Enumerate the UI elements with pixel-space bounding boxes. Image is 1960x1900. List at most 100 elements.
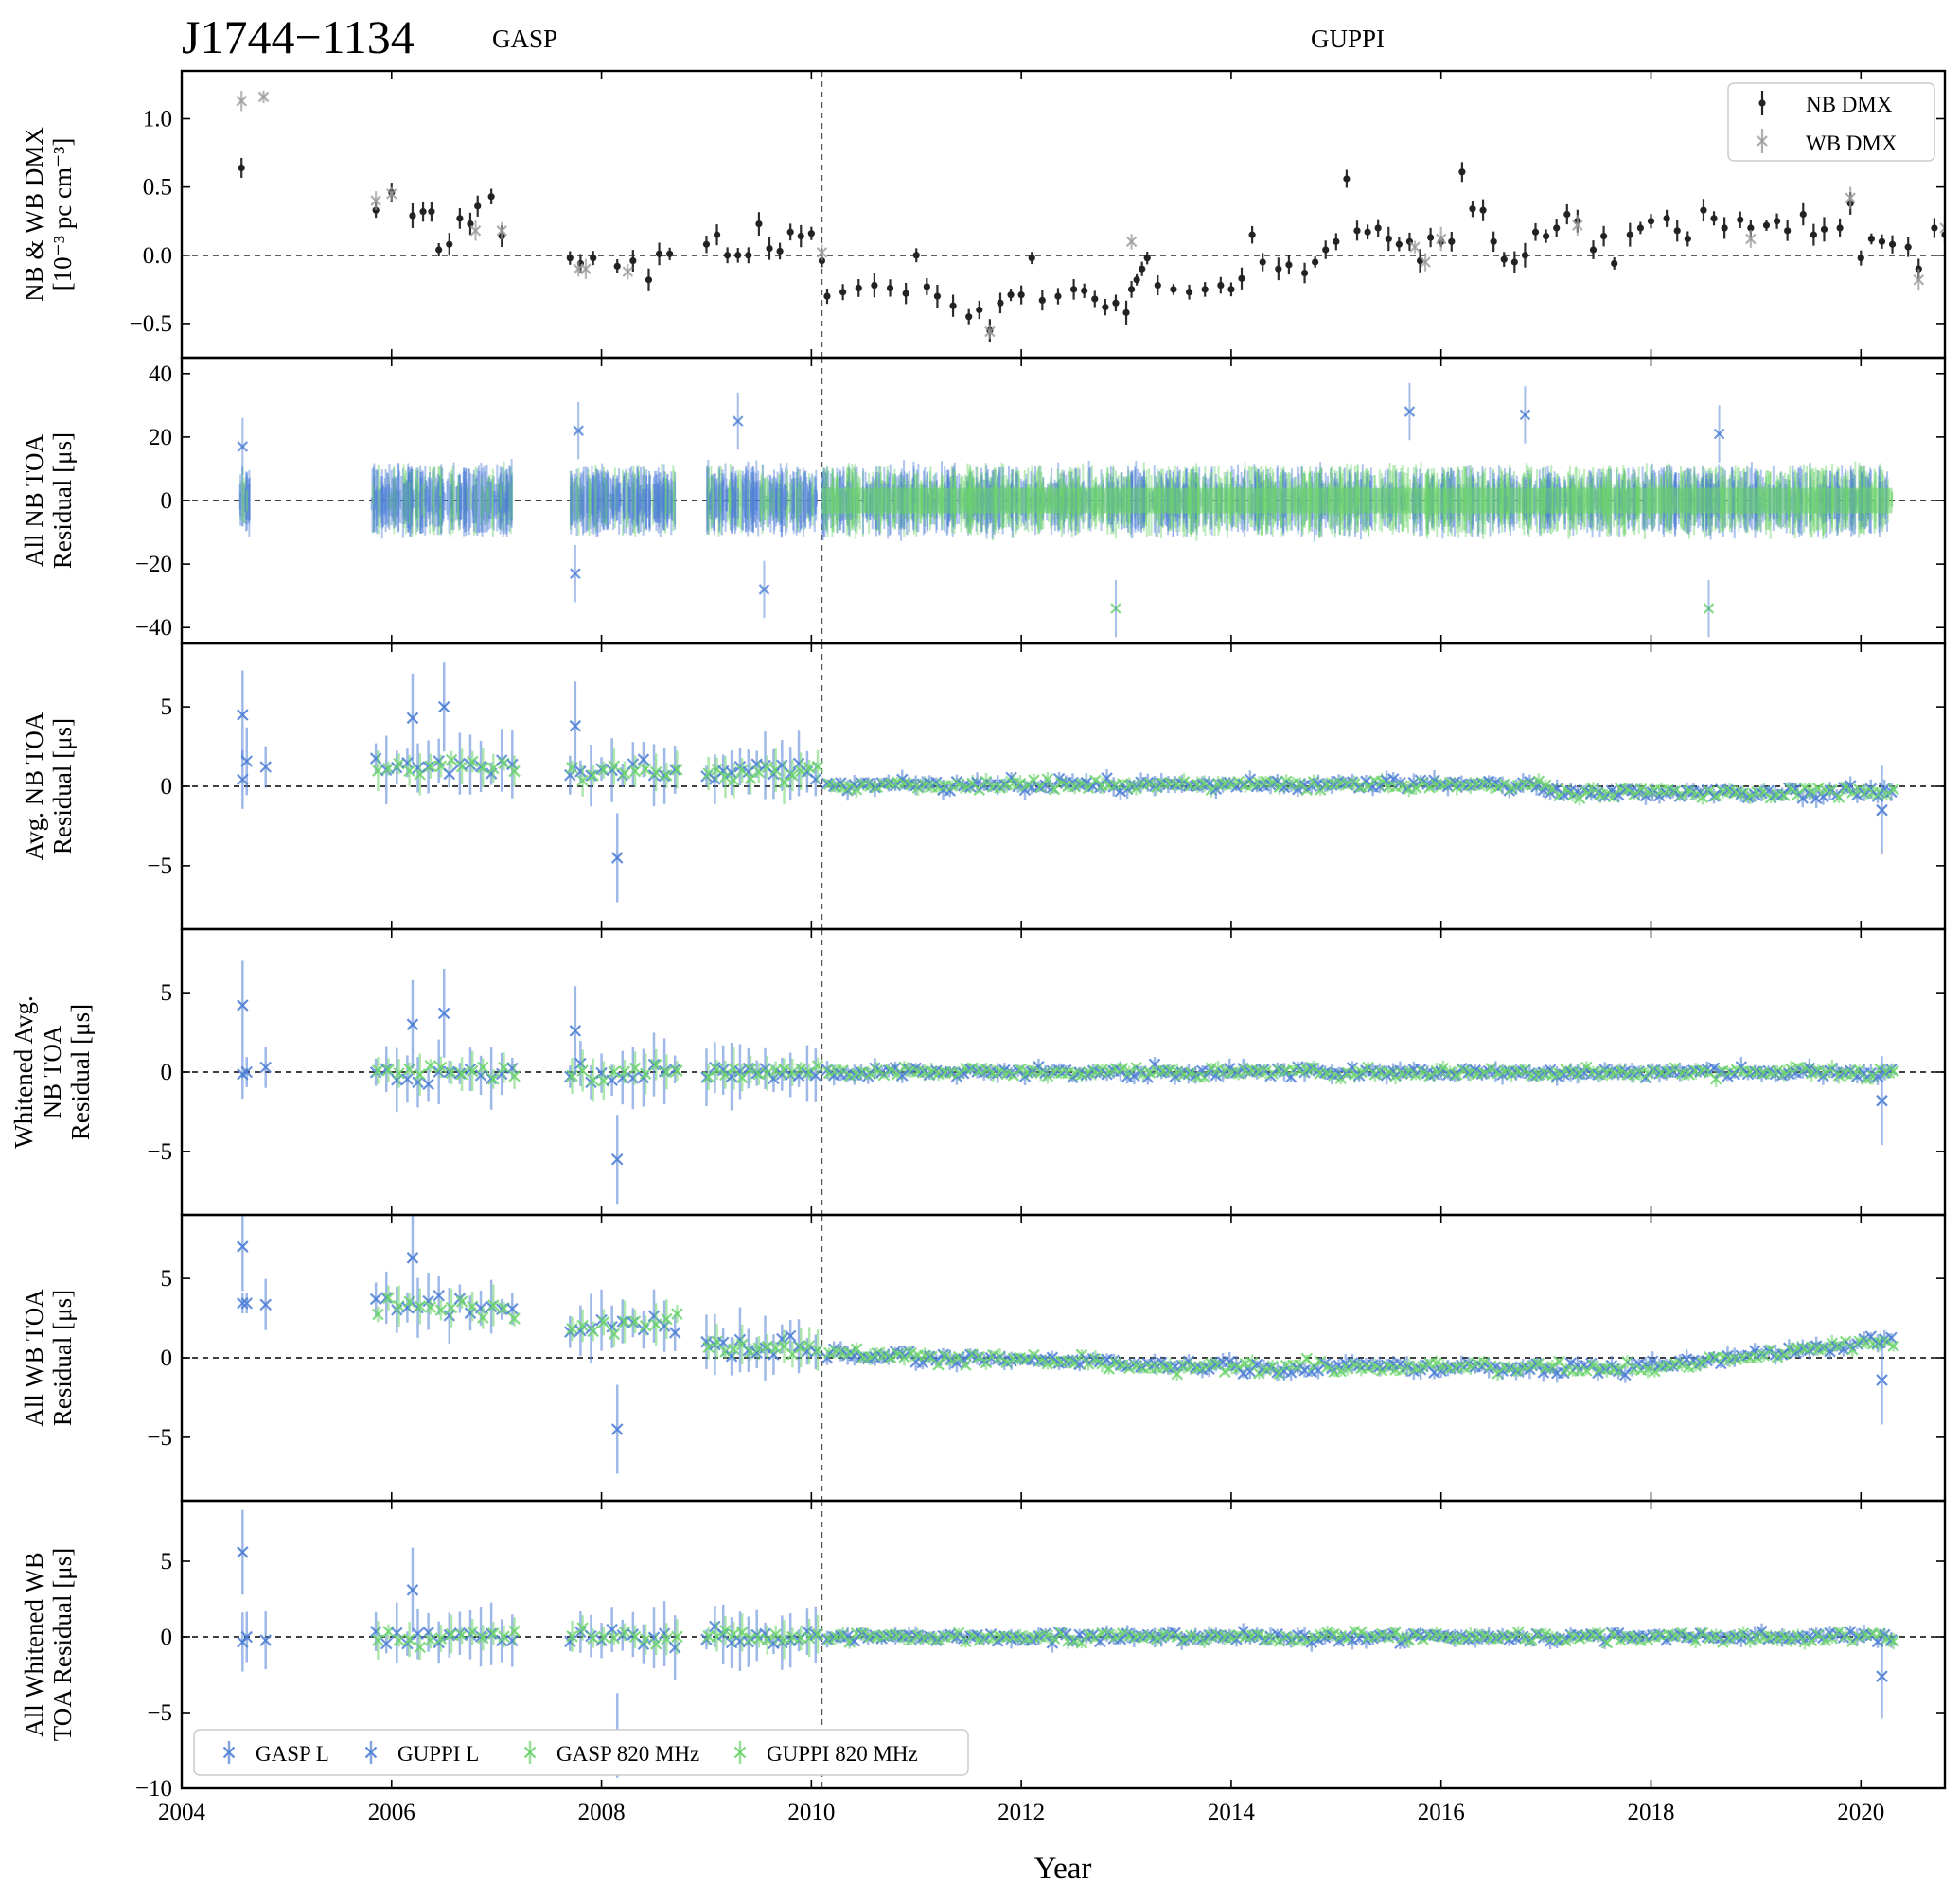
nb-dmx-point bbox=[1857, 255, 1864, 262]
nb-dmx-point bbox=[1888, 240, 1897, 248]
nb-dmx-point bbox=[446, 240, 453, 248]
nb-dmx-point bbox=[1028, 255, 1035, 262]
nb-dmx-point bbox=[1285, 261, 1293, 269]
nb-dmx-point bbox=[1143, 255, 1151, 262]
nb-dmx-point bbox=[997, 299, 1004, 307]
nb-dmx-point bbox=[871, 281, 878, 290]
nb-dmx-point bbox=[1139, 265, 1146, 273]
nb-dmx-point bbox=[1867, 235, 1875, 243]
nb-dmx-point bbox=[1951, 249, 1958, 255]
nb-dmx-point bbox=[786, 228, 794, 236]
nb-toa-core-band bbox=[821, 487, 1893, 514]
nb-dmx-point bbox=[1773, 218, 1781, 225]
nb-dmx-point bbox=[487, 193, 495, 201]
nb-dmx-point bbox=[419, 208, 427, 216]
nb-dmx-point bbox=[1364, 228, 1371, 236]
nb-dmx-point bbox=[1710, 215, 1718, 222]
nb-dmx-point bbox=[1931, 224, 1938, 232]
nb-dmx-point bbox=[467, 220, 474, 228]
plot-area bbox=[182, 643, 1945, 929]
nb-dmx-point bbox=[1259, 258, 1266, 266]
nb-dmx-point bbox=[1248, 231, 1256, 238]
nb-dmx-point bbox=[1611, 259, 1618, 268]
nb-dmx-point bbox=[666, 250, 674, 257]
nb-dmx-point bbox=[1038, 296, 1046, 304]
nb-dmx-point bbox=[1820, 225, 1828, 233]
nb-dmx-point bbox=[1599, 232, 1608, 240]
y-tick-label: −20 bbox=[135, 552, 172, 577]
nb-dmx-point bbox=[456, 215, 464, 222]
nb-dmx-point bbox=[807, 230, 815, 238]
nb-dmx-point bbox=[1017, 291, 1025, 299]
nb-dmx-point bbox=[1647, 218, 1655, 225]
y-axis-label: NB & WB DMX bbox=[20, 127, 48, 302]
nb-dmx-point bbox=[1081, 287, 1088, 294]
y-tick-label: 0.0 bbox=[143, 243, 172, 269]
nb-dmx-point bbox=[1427, 234, 1435, 241]
nb-dmx-point bbox=[949, 302, 957, 309]
nb-dmx-point bbox=[1312, 258, 1319, 266]
nb-dmx-point bbox=[1543, 232, 1550, 240]
legend-nb-label: NB DMX bbox=[1806, 93, 1893, 116]
nb-dmx-point bbox=[1054, 292, 1062, 300]
nb-dmx-point bbox=[1510, 258, 1518, 266]
nb-dmx-point bbox=[1201, 286, 1209, 293]
plot-area bbox=[182, 71, 1958, 358]
nb-dmx-point bbox=[1154, 281, 1161, 290]
nb-dmx-point bbox=[1479, 206, 1487, 214]
nb-dmx-point bbox=[1374, 224, 1382, 232]
nb-dmx-point bbox=[1275, 265, 1282, 273]
backend-label-gasp: GASP bbox=[492, 25, 557, 53]
nb-dmx-point bbox=[1521, 252, 1529, 259]
nb-dmx-point bbox=[1799, 210, 1807, 219]
nb-dmx-point bbox=[1737, 216, 1744, 223]
nb-dmx-point bbox=[1684, 235, 1691, 243]
nb-dmx-point bbox=[713, 231, 721, 238]
nb-dmx-point bbox=[1102, 304, 1109, 311]
nb-dmx-point bbox=[1091, 295, 1099, 303]
plot-area bbox=[182, 358, 1945, 643]
nb-dmx-point bbox=[1395, 240, 1403, 248]
nb-dmx-point bbox=[1836, 224, 1844, 232]
nb-dmx-point bbox=[1531, 228, 1540, 236]
residual-figure: J1744−1134 GASP GUPPI −0.5 0.0 0.5 1.0 NB & … bbox=[9, 10, 1958, 1886]
nb-dmx-point bbox=[428, 208, 435, 216]
nb-dmx-point bbox=[1385, 235, 1392, 243]
nb-dmx-point bbox=[1663, 215, 1670, 222]
y-tick-label: 20 bbox=[149, 425, 172, 450]
nb-dmx-point bbox=[655, 250, 663, 257]
y-tick-label: 0 bbox=[161, 488, 173, 514]
nb-dmx-point bbox=[474, 202, 482, 210]
backend-label-guppi: GUPPI bbox=[1311, 25, 1385, 53]
nb-dmx-point bbox=[1762, 221, 1771, 229]
nb-dmx-point bbox=[590, 255, 597, 262]
nb-dmx-point bbox=[1490, 238, 1497, 245]
panel-frame bbox=[180, 69, 1947, 360]
y-axis-label: All NB TOA bbox=[20, 433, 48, 567]
nb-dmx-point bbox=[1170, 286, 1177, 293]
y-axis-label: [10⁻³ pc cm⁻³] bbox=[48, 138, 77, 291]
nb-dmx-point bbox=[1333, 238, 1340, 245]
y-tick-label: −0.5 bbox=[130, 311, 172, 337]
y-tick-label: 0.5 bbox=[143, 175, 172, 201]
nb-dmx-point bbox=[1322, 246, 1330, 254]
nb-dmx-point bbox=[1217, 281, 1225, 290]
nb-dmx-point bbox=[1469, 205, 1476, 213]
legend-wb-label: WB DMX bbox=[1806, 132, 1898, 155]
nb-dmx-point bbox=[1878, 238, 1886, 245]
nb-dmx-point bbox=[629, 256, 637, 265]
nb-dmx-point bbox=[1185, 289, 1193, 296]
nb-dmx-point bbox=[766, 244, 773, 253]
nb-dmx-point bbox=[855, 284, 862, 292]
nb-dmx-point bbox=[734, 252, 742, 259]
nb-dmx-point bbox=[1904, 243, 1912, 251]
nb-dmx-point bbox=[1133, 276, 1140, 284]
nb-dmx-point bbox=[566, 255, 574, 262]
nb-dmx-point bbox=[1810, 231, 1817, 238]
nb-dmx-point bbox=[613, 262, 621, 270]
nb-dmx-point bbox=[1448, 238, 1456, 245]
nb-dmx-point bbox=[776, 247, 784, 255]
nb-dmx-point bbox=[1500, 255, 1508, 263]
nb-dmx-point bbox=[1007, 291, 1015, 299]
nb-dmx-point bbox=[1343, 175, 1351, 183]
